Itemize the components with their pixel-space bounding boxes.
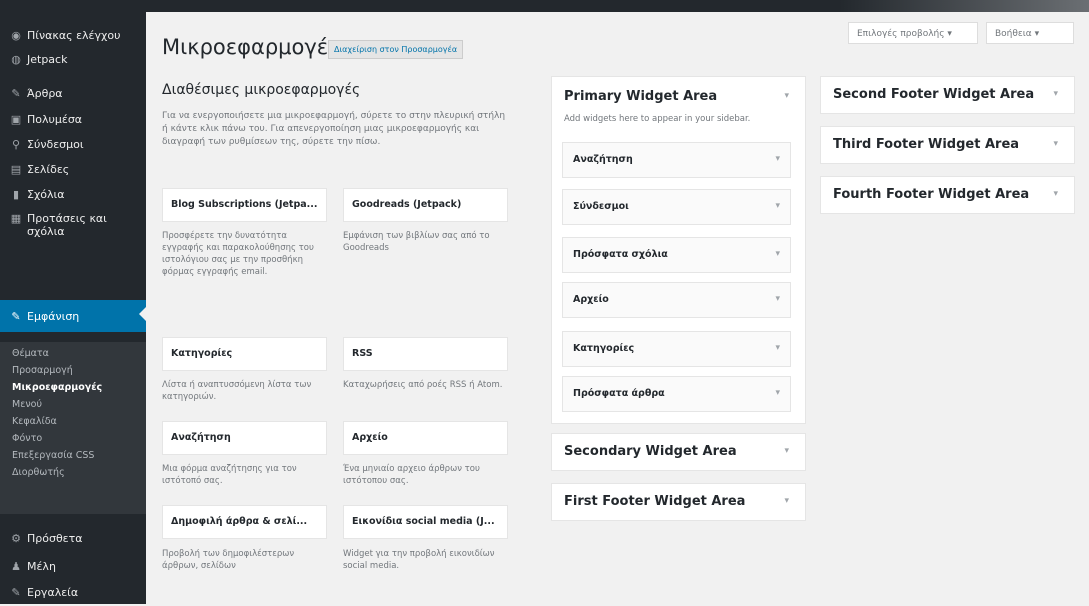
users-icon: ♟ (11, 559, 21, 573)
admin-bar (0, 0, 1089, 12)
fourth-footer-widget-area[interactable]: Fourth Footer Widget Area ▾ (820, 176, 1075, 214)
widget-item[interactable]: Αναζήτηση ▾ (562, 142, 791, 178)
area-description: Add widgets here to appear in your sideb… (564, 114, 751, 124)
third-footer-widget-area[interactable]: Third Footer Widget Area ▾ (820, 126, 1075, 164)
screen-options-button[interactable]: Επιλογές προβολής ▾ (848, 22, 978, 44)
area-title[interactable]: Primary Widget Area (564, 89, 717, 104)
feedback-icon: ▦ (10, 212, 22, 225)
submenu-widgets[interactable]: Μικροεφαρμογές (0, 379, 146, 396)
menu-links[interactable]: ⚲ Σύνδεσμοι (0, 130, 146, 158)
chevron-down-icon[interactable]: ▾ (775, 201, 780, 211)
chevron-down-icon[interactable]: ▾ (775, 343, 780, 353)
chevron-down-icon[interactable]: ▾ (1053, 189, 1058, 199)
menu-appearance[interactable]: ✎ Εμφάνιση (0, 300, 146, 332)
jetpack-icon: ◍ (11, 52, 21, 66)
submenu-header[interactable]: Κεφαλίδα (0, 413, 146, 430)
chevron-down-icon[interactable]: ▾ (775, 294, 780, 304)
primary-widget-area: Primary Widget Area ▾ Add widgets here t… (551, 76, 806, 424)
chevron-down-icon[interactable]: ▾ (775, 249, 780, 259)
comments-icon: ▮ (12, 187, 20, 201)
plugins-icon: ⚙ (11, 531, 21, 545)
chevron-down-icon[interactable]: ▾ (784, 496, 789, 506)
menu-jetpack[interactable]: ◍ Jetpack (0, 45, 146, 73)
pages-icon: ▤ (10, 162, 22, 176)
submenu-edit-css[interactable]: Επεξεργασία CSS (0, 447, 146, 464)
menu-pages[interactable]: ▤ Σελίδες (0, 155, 146, 183)
menu-users[interactable]: ♟ Μέλη (0, 552, 146, 580)
widget-description: Ένα μηνιαίο αρχειο άρθρων του ιστότοπου … (343, 464, 480, 486)
widget-top-posts[interactable]: Δημοφιλή άρθρα & σελί... (162, 505, 327, 539)
available-widgets-title: Διαθέσιμες μικροεφαρμογές (162, 82, 361, 98)
widget-description: Προσφέρετε την δυνατότητα εγγραφής και π… (162, 231, 314, 277)
widget-blog-subscriptions[interactable]: Blog Subscriptions (Jetpa... (162, 188, 327, 222)
tools-icon: ✎ (11, 585, 21, 599)
chevron-down-icon[interactable]: ▾ (784, 446, 789, 456)
first-footer-widget-area[interactable]: First Footer Widget Area ▾ (551, 483, 806, 521)
widget-archives[interactable]: Αρχείο (343, 421, 508, 455)
available-widgets-description: Για να ενεργοποιήσετε μια μικροεφαρμογή,… (162, 111, 506, 147)
widget-item[interactable]: Πρόσφατα άρθρα ▾ (562, 376, 791, 412)
widget-item[interactable]: Σύνδεσμοι ▾ (562, 189, 791, 225)
menu-plugins[interactable]: ⚙ Πρόσθετα (0, 524, 146, 552)
widget-goodreads[interactable]: Goodreads (Jetpack) (343, 188, 508, 222)
admin-menu: ◉ Πίνακας ελέγχου ◍ Jetpack ✎ Άρθρα ▣ Πολυμέ… (0, 12, 146, 604)
media-icon: ▣ (10, 112, 22, 126)
submenu-background[interactable]: Φόντο (0, 430, 146, 447)
chevron-down-icon[interactable]: ▾ (1053, 89, 1058, 99)
widget-categories[interactable]: Κατηγορίες (162, 337, 327, 371)
widget-description: Μια φόρμα αναζήτησης για τον ιστότοπό σα… (162, 464, 297, 486)
second-footer-widget-area[interactable]: Second Footer Widget Area ▾ (820, 76, 1075, 114)
widget-description: Προβολή των δημοφιλέστερων άρθρων, σελίδ… (162, 549, 295, 571)
secondary-widget-area[interactable]: Secondary Widget Area ▾ (551, 433, 806, 471)
menu-feedback[interactable]: ▦ Προτάσεις και σχόλια (0, 206, 146, 250)
appearance-icon: ✎ (11, 309, 21, 323)
help-button[interactable]: Βοήθεια ▾ (986, 22, 1074, 44)
widget-description: Widget για την προβολή εικονιδίων social… (343, 549, 495, 571)
widget-description: Λίστα ή αναπτυσσόμενη λίστα των κατηγορι… (162, 380, 312, 402)
menu-posts[interactable]: ✎ Άρθρα (0, 79, 146, 107)
widget-rss[interactable]: RSS (343, 337, 508, 371)
widget-item[interactable]: Κατηγορίες ▾ (562, 331, 791, 367)
menu-media[interactable]: ▣ Πολυμέσα (0, 105, 146, 133)
widget-search[interactable]: Αναζήτηση (162, 421, 327, 455)
widget-description: Καταχωρήσεις από ροές RSS ή Atom. (343, 380, 503, 390)
widget-item[interactable]: Πρόσφατα σχόλια ▾ (562, 237, 791, 273)
menu-comments[interactable]: ▮ Σχόλια (0, 180, 146, 208)
chevron-down-icon[interactable]: ▾ (775, 388, 780, 398)
submenu-customize[interactable]: Προσαρμογή (0, 362, 146, 379)
submenu-editor[interactable]: Διορθωτής (0, 464, 146, 481)
widget-item[interactable]: Αρχείο ▾ (562, 282, 791, 318)
submenu-themes[interactable]: Θέματα (0, 345, 146, 362)
dashboard-icon: ◉ (11, 28, 21, 42)
pin-icon: ✎ (11, 86, 21, 100)
widget-social-media-icons[interactable]: Εικονίδια social media (J... (343, 505, 508, 539)
links-icon: ⚲ (11, 137, 21, 151)
appearance-submenu: Θέματα Προσαρμογή Μικροεφαρμογές Μενού Κ… (0, 342, 146, 514)
widget-description: Εμφάνιση των βιβλίων σας από το Goodread… (343, 231, 490, 253)
chevron-down-icon[interactable]: ▾ (1053, 139, 1058, 149)
menu-tools[interactable]: ✎ Εργαλεία (0, 578, 146, 606)
chevron-down-icon[interactable]: ▾ (775, 154, 780, 164)
manage-in-customizer-button[interactable]: Διαχείριση στον Προσαρμογέα (328, 40, 464, 59)
page-title: Μικροεφαρμογές (162, 35, 341, 59)
chevron-down-icon[interactable]: ▾ (784, 91, 789, 101)
submenu-menus[interactable]: Μενού (0, 396, 146, 413)
